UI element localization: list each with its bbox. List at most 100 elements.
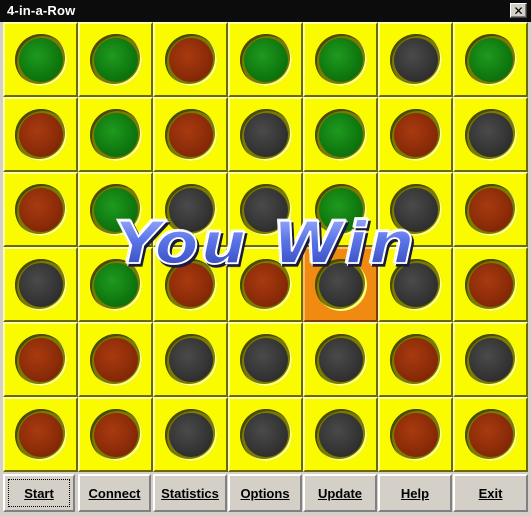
board-cell[interactable] — [153, 247, 228, 322]
black-disc — [243, 112, 288, 157]
button-bar: Start Connect Statistics Options Update … — [0, 472, 531, 516]
board-hole — [314, 183, 367, 236]
window-title: 4-in-a-Row — [7, 3, 76, 18]
board-cell[interactable] — [378, 322, 453, 397]
board-cell[interactable] — [3, 322, 78, 397]
black-disc — [18, 262, 63, 307]
board-cell[interactable] — [453, 97, 528, 172]
board-cell[interactable] — [303, 97, 378, 172]
board-cell[interactable] — [228, 397, 303, 472]
board-cell[interactable] — [303, 322, 378, 397]
board-cell[interactable] — [3, 172, 78, 247]
board-cell[interactable] — [378, 172, 453, 247]
board-hole — [89, 33, 142, 86]
board-cell[interactable] — [3, 97, 78, 172]
board-hole — [14, 408, 67, 461]
green-disc — [93, 37, 138, 82]
board-cell[interactable] — [78, 322, 153, 397]
board-cell[interactable] — [78, 22, 153, 97]
board-cell[interactable] — [453, 322, 528, 397]
board-cell[interactable] — [78, 172, 153, 247]
board-cell[interactable] — [453, 22, 528, 97]
help-button[interactable]: Help — [378, 474, 452, 512]
board-cell[interactable] — [378, 247, 453, 322]
exit-button[interactable]: Exit — [453, 474, 528, 512]
board-hole — [314, 408, 367, 461]
board-hole — [464, 408, 517, 461]
board-cell[interactable] — [153, 397, 228, 472]
board-cell[interactable] — [378, 97, 453, 172]
board-cell[interactable] — [303, 397, 378, 472]
board-cell[interactable] — [303, 172, 378, 247]
red-disc — [93, 412, 138, 457]
close-button[interactable]: ✕ — [510, 3, 527, 18]
board-cell[interactable] — [3, 22, 78, 97]
board-hole — [464, 108, 517, 161]
board-cell[interactable] — [228, 22, 303, 97]
green-disc — [18, 37, 63, 82]
title-bar[interactable]: 4-in-a-Row ✕ — [0, 0, 531, 22]
board-cell[interactable] — [3, 247, 78, 322]
black-disc — [168, 337, 213, 382]
options-button[interactable]: Options — [228, 474, 302, 512]
board-cell[interactable] — [153, 22, 228, 97]
board-hole — [389, 333, 442, 386]
start-button[interactable]: Start — [3, 474, 75, 512]
red-disc — [168, 262, 213, 307]
board-cell[interactable] — [228, 247, 303, 322]
board-hole — [89, 333, 142, 386]
board-hole — [464, 33, 517, 86]
board-cell[interactable] — [303, 247, 378, 322]
close-icon: ✕ — [513, 3, 524, 18]
board-hole — [389, 183, 442, 236]
board-cell[interactable] — [153, 172, 228, 247]
board-hole — [314, 33, 367, 86]
board-hole — [164, 183, 217, 236]
red-disc — [18, 412, 63, 457]
green-disc — [93, 112, 138, 157]
red-disc — [393, 112, 438, 157]
board-cell[interactable] — [78, 397, 153, 472]
board-cell[interactable] — [153, 322, 228, 397]
board-cell[interactable] — [303, 22, 378, 97]
board-hole — [389, 408, 442, 461]
update-button[interactable]: Update — [303, 474, 377, 512]
board-hole — [14, 108, 67, 161]
board-hole — [14, 33, 67, 86]
board-cell[interactable] — [78, 247, 153, 322]
board-cell[interactable] — [378, 397, 453, 472]
board-hole — [89, 108, 142, 161]
board-cell[interactable] — [228, 322, 303, 397]
black-disc — [393, 37, 438, 82]
board-hole — [14, 258, 67, 311]
board-hole — [14, 183, 67, 236]
red-disc — [168, 112, 213, 157]
board-cell[interactable] — [228, 172, 303, 247]
board-cell[interactable] — [78, 97, 153, 172]
board-cell[interactable] — [3, 397, 78, 472]
green-disc — [318, 112, 363, 157]
board-cell[interactable] — [453, 247, 528, 322]
black-disc — [318, 337, 363, 382]
board-cell[interactable] — [453, 397, 528, 472]
statistics-button[interactable]: Statistics — [153, 474, 227, 512]
red-disc — [243, 262, 288, 307]
green-disc — [318, 187, 363, 232]
board-cell[interactable] — [228, 97, 303, 172]
red-disc — [168, 37, 213, 82]
red-disc — [18, 187, 63, 232]
black-disc — [468, 337, 513, 382]
black-disc — [168, 412, 213, 457]
board-cell[interactable] — [453, 172, 528, 247]
black-disc — [318, 412, 363, 457]
board-hole — [239, 33, 292, 86]
connect-button[interactable]: Connect — [78, 474, 151, 512]
board-hole — [464, 183, 517, 236]
board-hole — [239, 333, 292, 386]
black-disc — [243, 187, 288, 232]
board-hole — [239, 183, 292, 236]
board-cell[interactable] — [153, 97, 228, 172]
board-cell[interactable] — [378, 22, 453, 97]
game-window: 4-in-a-Row ✕ You Win Start Connect Stati… — [0, 0, 531, 516]
red-disc — [18, 337, 63, 382]
